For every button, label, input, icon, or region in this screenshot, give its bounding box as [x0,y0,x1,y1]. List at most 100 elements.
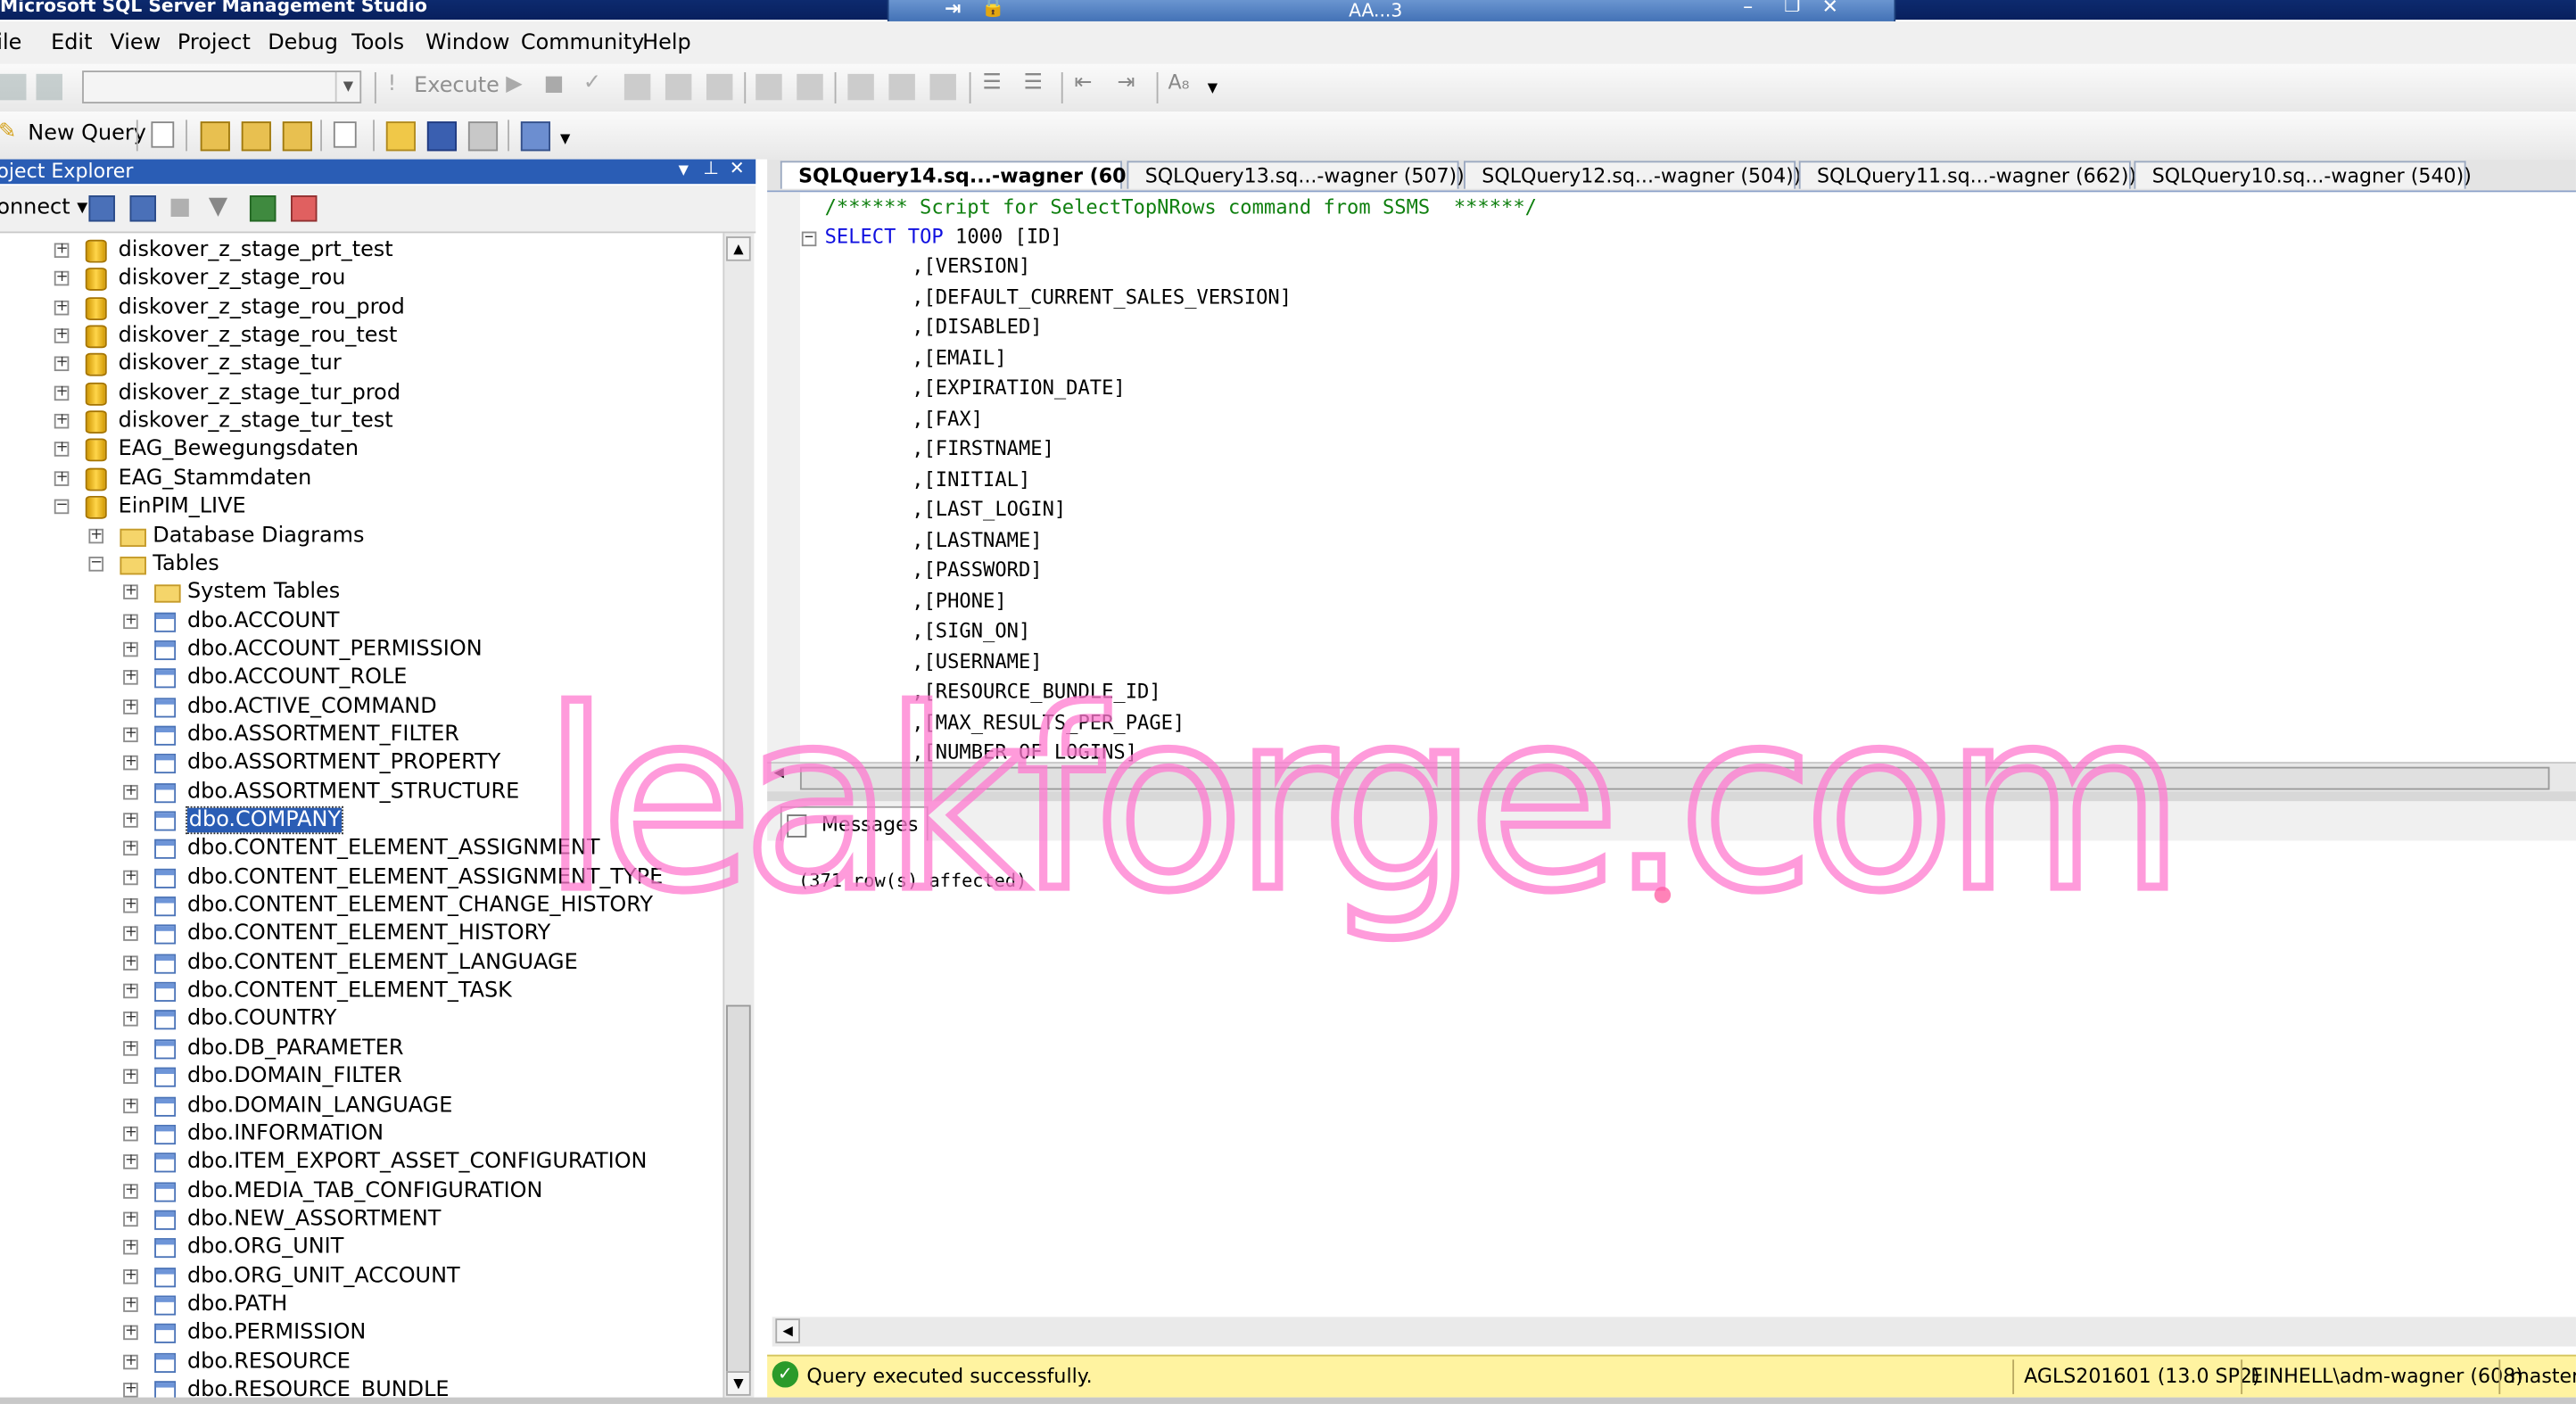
tree-node[interactable]: + dbo.ACTIVE_COMMAND [0,692,722,720]
tree-node[interactable]: + diskover_z_stage_prt_test [0,236,722,264]
editor-results-splitter[interactable] [767,791,2576,802]
menu-file[interactable]: ile [0,31,21,56]
expand-icon[interactable]: + [123,1239,138,1255]
execute-button[interactable]: Execute [414,74,500,99]
menu-project[interactable]: Project [178,31,251,56]
expand-icon[interactable]: + [54,270,70,286]
expand-icon[interactable]: + [123,726,138,742]
expand-icon[interactable]: + [54,356,70,372]
collapse-icon[interactable]: − [88,556,104,572]
connect-dropdown[interactable]: onnect ▾ [0,195,87,220]
uncomment-icon[interactable]: ☰ [1023,70,1042,95]
filter-icon[interactable]: ▼ [209,191,227,220]
expand-icon[interactable]: + [123,1325,138,1341]
print-icon[interactable] [467,121,499,152]
specify-values-icon[interactable]: A₈ [1168,70,1190,94]
expand-icon[interactable]: + [123,1268,138,1284]
expand-icon[interactable]: + [123,926,138,942]
estimated-plan-icon[interactable] [623,73,651,101]
toolbar-overflow-icon[interactable]: ▼ [1208,80,1218,95]
expand-icon[interactable]: + [54,470,70,486]
tree-node[interactable]: + dbo.ASSORTMENT_FILTER [0,721,722,748]
tree-node[interactable]: + dbo.RESOURCE_BUNDLE [0,1376,722,1400]
tree-node[interactable]: + diskover_z_stage_tur_prod [0,379,722,407]
tree-node[interactable]: + dbo.ACCOUNT [0,607,722,634]
tree-node[interactable]: + EAG_Stammdaten [0,465,722,492]
new-query-button[interactable]: New Query [28,121,146,146]
expand-icon[interactable]: + [123,613,138,629]
menu-edit[interactable]: Edit [51,31,92,56]
tree-node[interactable]: + System Tables [0,578,722,606]
tree-node[interactable]: + dbo.RESOURCE [0,1348,722,1375]
minimize-icon[interactable]: – [1743,0,1753,18]
restore-icon[interactable]: ❐ [1784,0,1800,16]
tree-node[interactable]: + dbo.COMPANY [0,805,722,835]
scroll-thumb[interactable] [726,1004,751,1392]
expand-icon[interactable]: + [123,1097,138,1113]
lock-icon[interactable]: 🔒 [981,0,1006,18]
new-file-icon[interactable] [151,121,175,148]
tree-node[interactable]: + dbo.ORG_UNIT [0,1234,722,1261]
expand-icon[interactable]: + [123,1296,138,1312]
tree-node[interactable]: + dbo.CONTENT_ELEMENT_ASSIGNMENT [0,835,722,863]
tree-node[interactable]: + dbo.ACCOUNT_ROLE [0,664,722,691]
menu-help[interactable]: Help [642,31,691,56]
tree-node[interactable]: + Database Diagrams [0,521,722,549]
debug-icon[interactable]: ▶ [506,72,522,97]
tree-node[interactable]: + EAG_Bewegungsdaten [0,436,722,464]
tree-node[interactable]: + dbo.INFORMATION [0,1119,722,1147]
expand-icon[interactable]: + [123,1382,138,1398]
refresh-icon[interactable] [249,195,277,222]
tab-sqlquery12[interactable]: SQLQuery12.sq...-wagner (504)) [1464,161,1801,189]
scroll-down-icon[interactable]: ▼ [726,1371,751,1396]
menu-view[interactable]: View [110,31,161,56]
tree-node[interactable]: + diskover_z_stage_tur_test [0,408,722,435]
tab-sqlquery13[interactable]: SQLQuery13.sq...-wagner (507)) [1127,161,1465,189]
tree-node[interactable]: + dbo.CONTENT_ELEMENT_ASSIGNMENT_TYPE [0,863,722,891]
activity-monitor-icon[interactable] [520,121,551,152]
tree-node[interactable]: + dbo.CONTENT_ELEMENT_TASK [0,978,722,1005]
expand-icon[interactable]: + [123,1069,138,1085]
expand-icon[interactable]: + [123,755,138,771]
results-file-icon[interactable] [929,73,956,101]
mdx-query-icon[interactable] [200,121,230,152]
stop-refresh-icon[interactable] [170,198,189,217]
tree-node[interactable]: + dbo.PATH [0,1291,722,1318]
expand-icon[interactable]: + [123,1154,138,1170]
pin-icon[interactable]: ⇥ [945,0,962,20]
collapse-icon[interactable]: − [801,231,817,247]
summary-icon[interactable] [290,195,318,222]
expand-icon[interactable]: + [123,584,138,600]
change-connection-icon[interactable] [36,73,62,101]
expand-icon[interactable]: + [123,812,138,828]
tree-node[interactable]: + dbo.COUNTRY [0,1005,722,1033]
close-icon[interactable]: ✕ [1822,0,1839,18]
tree-node[interactable]: + dbo.CONTENT_ELEMENT_HISTORY [0,921,722,948]
expand-icon[interactable]: + [54,384,70,401]
tree-node[interactable]: + diskover_z_stage_rou_test [0,322,722,350]
connect-icon[interactable] [0,73,27,101]
analysis-query-icon[interactable] [333,121,357,148]
expand-icon[interactable]: + [123,1353,138,1369]
expand-icon[interactable]: + [54,243,70,259]
new-query-icon[interactable]: ✎ [0,120,16,145]
window-position-icon[interactable]: ▼ [679,162,689,178]
collapse-icon[interactable]: − [54,499,70,515]
include-plan-icon[interactable] [755,73,782,101]
save-icon[interactable] [426,121,458,152]
scroll-up-icon[interactable]: ▲ [726,236,751,261]
tree-node[interactable]: + dbo.CONTENT_ELEMENT_CHANGE_HISTORY [0,892,722,920]
tree-node[interactable]: + dbo.MEDIA_TAB_CONFIGURATION [0,1177,722,1204]
editor-hscrollbar[interactable]: ◀ [767,762,2576,794]
tree-node[interactable]: + dbo.ASSORTMENT_STRUCTURE [0,778,722,805]
toolbar2-overflow-icon[interactable]: ▼ [560,131,570,146]
stop-icon[interactable]: ■ [544,72,565,97]
tree-node[interactable]: − Tables [0,549,722,577]
expand-icon[interactable]: + [123,1126,138,1142]
expand-icon[interactable]: + [123,698,138,714]
expand-icon[interactable]: + [123,1012,138,1028]
scroll-left-icon[interactable]: ◀ [773,765,783,780]
expand-icon[interactable]: + [123,641,138,657]
expand-icon[interactable]: + [123,1183,138,1199]
options-icon[interactable] [706,73,733,101]
